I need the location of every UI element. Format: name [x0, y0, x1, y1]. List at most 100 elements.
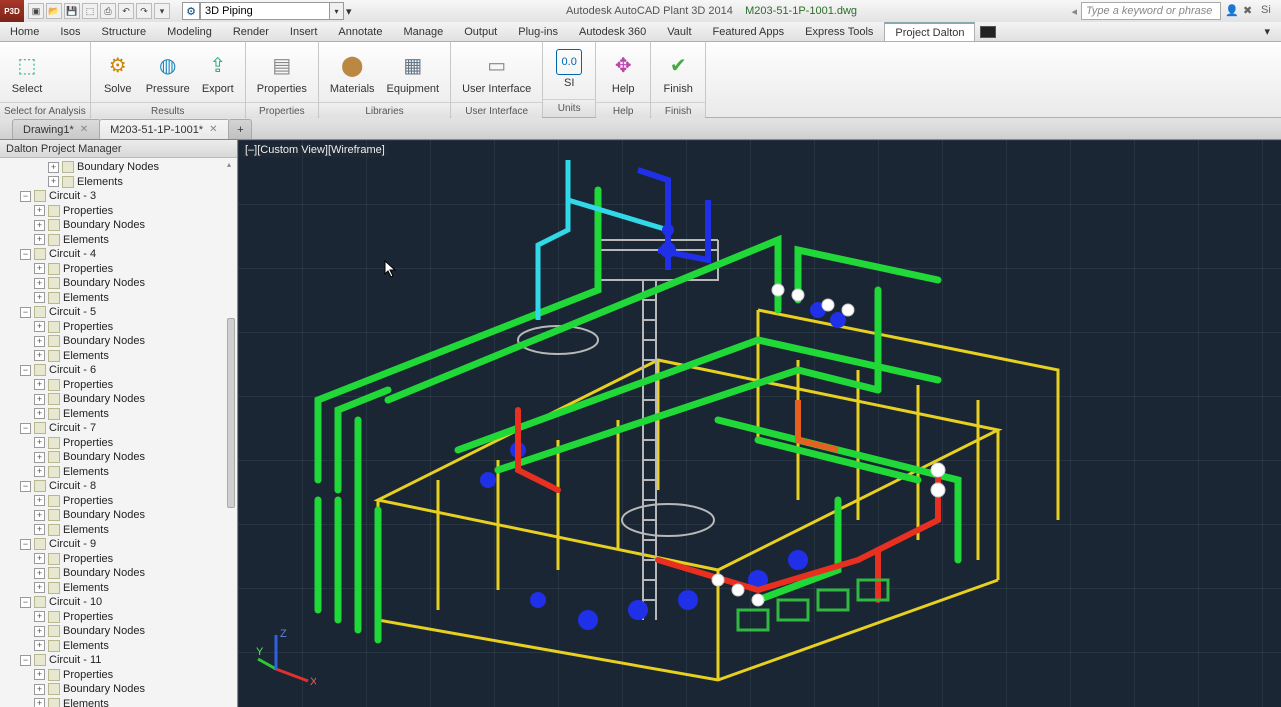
tab-home[interactable]: Home — [0, 22, 50, 41]
exchange-icon[interactable]: ✖ — [1243, 4, 1257, 18]
qat-new-icon[interactable]: ▣ — [28, 3, 44, 19]
tab-annotate[interactable]: Annotate — [328, 22, 393, 41]
search-prev-icon[interactable]: ◂ — [1071, 5, 1077, 18]
expand-icon[interactable]: + — [34, 263, 45, 274]
tree-node[interactable]: +Elements — [0, 233, 237, 248]
collapse-icon[interactable]: − — [20, 249, 31, 260]
tab-modeling[interactable]: Modeling — [157, 22, 223, 41]
expand-icon[interactable]: + — [34, 205, 45, 216]
qat-open-icon[interactable]: 📂 — [46, 3, 62, 19]
tree-node[interactable]: +Elements — [0, 523, 237, 538]
expand-icon[interactable]: + — [34, 510, 45, 521]
collapse-icon[interactable]: − — [20, 539, 31, 550]
tree-node[interactable]: +Properties — [0, 610, 237, 625]
tree-node[interactable]: +Elements — [0, 465, 237, 480]
tree-node[interactable]: +Boundary Nodes — [0, 450, 237, 465]
tree-node[interactable]: +Elements — [0, 697, 237, 707]
tree-circuit[interactable]: −Circuit - 11 — [0, 653, 237, 668]
expand-icon[interactable]: + — [34, 669, 45, 680]
tab-plug-ins[interactable]: Plug-ins — [508, 22, 569, 41]
new-tab-button[interactable]: + — [228, 119, 252, 139]
qat-print-icon[interactable]: ⎙ — [100, 3, 116, 19]
tree-node[interactable]: +Properties — [0, 494, 237, 509]
expand-icon[interactable]: + — [34, 626, 45, 637]
tab-autodesk-360[interactable]: Autodesk 360 — [569, 22, 657, 41]
expand-icon[interactable]: + — [34, 350, 45, 361]
qat-save-icon[interactable]: 💾 — [64, 3, 80, 19]
expand-icon[interactable]: + — [34, 684, 45, 695]
tree-node[interactable]: +Properties — [0, 262, 237, 277]
tree-node[interactable]: +Properties — [0, 204, 237, 219]
tab-express-tools[interactable]: Express Tools — [795, 22, 884, 41]
tree-circuit[interactable]: −Circuit - 8 — [0, 479, 237, 494]
tab-project-dalton[interactable]: Project Dalton — [884, 22, 975, 41]
tab-vault[interactable]: Vault — [657, 22, 702, 41]
workspace-input[interactable] — [200, 2, 330, 20]
expand-icon[interactable]: + — [34, 524, 45, 535]
tree-node[interactable]: +Elements — [0, 349, 237, 364]
qat-redo-icon[interactable]: ↷ — [136, 3, 152, 19]
app-logo[interactable]: P3D — [0, 0, 24, 22]
expand-icon[interactable]: + — [34, 379, 45, 390]
finish-button[interactable]: ✔Finish — [657, 46, 699, 98]
qat-overflow-icon[interactable]: ▾ — [154, 3, 170, 19]
tab-output[interactable]: Output — [454, 22, 508, 41]
expand-icon[interactable]: + — [34, 220, 45, 231]
materials-button[interactable]: ⬤Materials — [325, 46, 380, 98]
help-button[interactable]: ✥Help — [602, 46, 644, 98]
collapse-icon[interactable]: − — [20, 307, 31, 318]
qat-saveall-icon[interactable]: ⬚ — [82, 3, 98, 19]
tree-node[interactable]: +Boundary Nodes — [0, 682, 237, 697]
expand-icon[interactable]: + — [34, 698, 45, 707]
expand-icon[interactable]: + — [34, 292, 45, 303]
close-icon[interactable]: ✕ — [209, 124, 217, 135]
collapse-icon[interactable]: − — [20, 191, 31, 202]
collapse-icon[interactable]: − — [20, 423, 31, 434]
properties-button[interactable]: ▤Properties — [252, 46, 312, 98]
user-interface-button[interactable]: ▭User Interface — [457, 46, 536, 98]
doc-tab[interactable]: Drawing1*✕ — [12, 119, 101, 139]
expand-icon[interactable]: + — [34, 466, 45, 477]
user-icon[interactable]: 👤 — [1225, 4, 1239, 18]
tab-render[interactable]: Render — [223, 22, 280, 41]
project-tree[interactable]: ▴ +Boundary Nodes+Elements−Circuit - 3+P… — [0, 158, 237, 707]
tree-node[interactable]: +Boundary Nodes — [0, 566, 237, 581]
tree-node[interactable]: +Elements — [0, 175, 237, 190]
si-button[interactable]: 0.0SI — [549, 46, 589, 92]
tree-node[interactable]: +Boundary Nodes — [0, 276, 237, 291]
tree-circuit[interactable]: −Circuit - 9 — [0, 537, 237, 552]
tree-node[interactable]: +Properties — [0, 552, 237, 567]
viewport-3d[interactable]: [–][Custom View][Wireframe] — [238, 140, 1281, 707]
signin-icon[interactable]: Si — [1261, 4, 1275, 18]
expand-icon[interactable]: + — [34, 336, 45, 347]
search-input[interactable]: Type a keyword or phrase — [1081, 2, 1221, 20]
tree-node[interactable]: +Boundary Nodes — [0, 160, 237, 175]
tree-node[interactable]: +Properties — [0, 668, 237, 683]
export-button[interactable]: ⇪Export — [197, 46, 239, 98]
tree-node[interactable]: +Elements — [0, 639, 237, 654]
tree-node[interactable]: +Elements — [0, 407, 237, 422]
close-icon[interactable]: ✕ — [80, 124, 88, 135]
tab-isos[interactable]: Isos — [50, 22, 91, 41]
tab-featured-apps[interactable]: Featured Apps — [703, 22, 796, 41]
tree-node[interactable]: +Elements — [0, 581, 237, 596]
collapse-icon[interactable]: − — [20, 597, 31, 608]
expand-icon[interactable]: + — [48, 176, 59, 187]
tree-circuit[interactable]: −Circuit - 10 — [0, 595, 237, 610]
collapse-icon[interactable]: − — [20, 655, 31, 666]
tab-manage[interactable]: Manage — [393, 22, 454, 41]
expand-icon[interactable]: + — [34, 495, 45, 506]
collapse-icon[interactable]: − — [20, 365, 31, 376]
qat-undo-icon[interactable]: ↶ — [118, 3, 134, 19]
tree-circuit[interactable]: −Circuit - 4 — [0, 247, 237, 262]
expand-icon[interactable]: + — [34, 394, 45, 405]
doc-tab[interactable]: M203-51-1P-1001*✕ — [99, 119, 230, 139]
tree-circuit[interactable]: −Circuit - 7 — [0, 421, 237, 436]
expand-icon[interactable]: + — [34, 553, 45, 564]
collapse-icon[interactable]: − — [20, 481, 31, 492]
expand-icon[interactable]: + — [34, 582, 45, 593]
viewport-controls[interactable]: [–][Custom View][Wireframe] — [241, 143, 389, 157]
solve-button[interactable]: ⚙Solve — [97, 46, 139, 98]
expand-icon[interactable]: + — [34, 568, 45, 579]
expand-icon[interactable]: + — [48, 162, 59, 173]
